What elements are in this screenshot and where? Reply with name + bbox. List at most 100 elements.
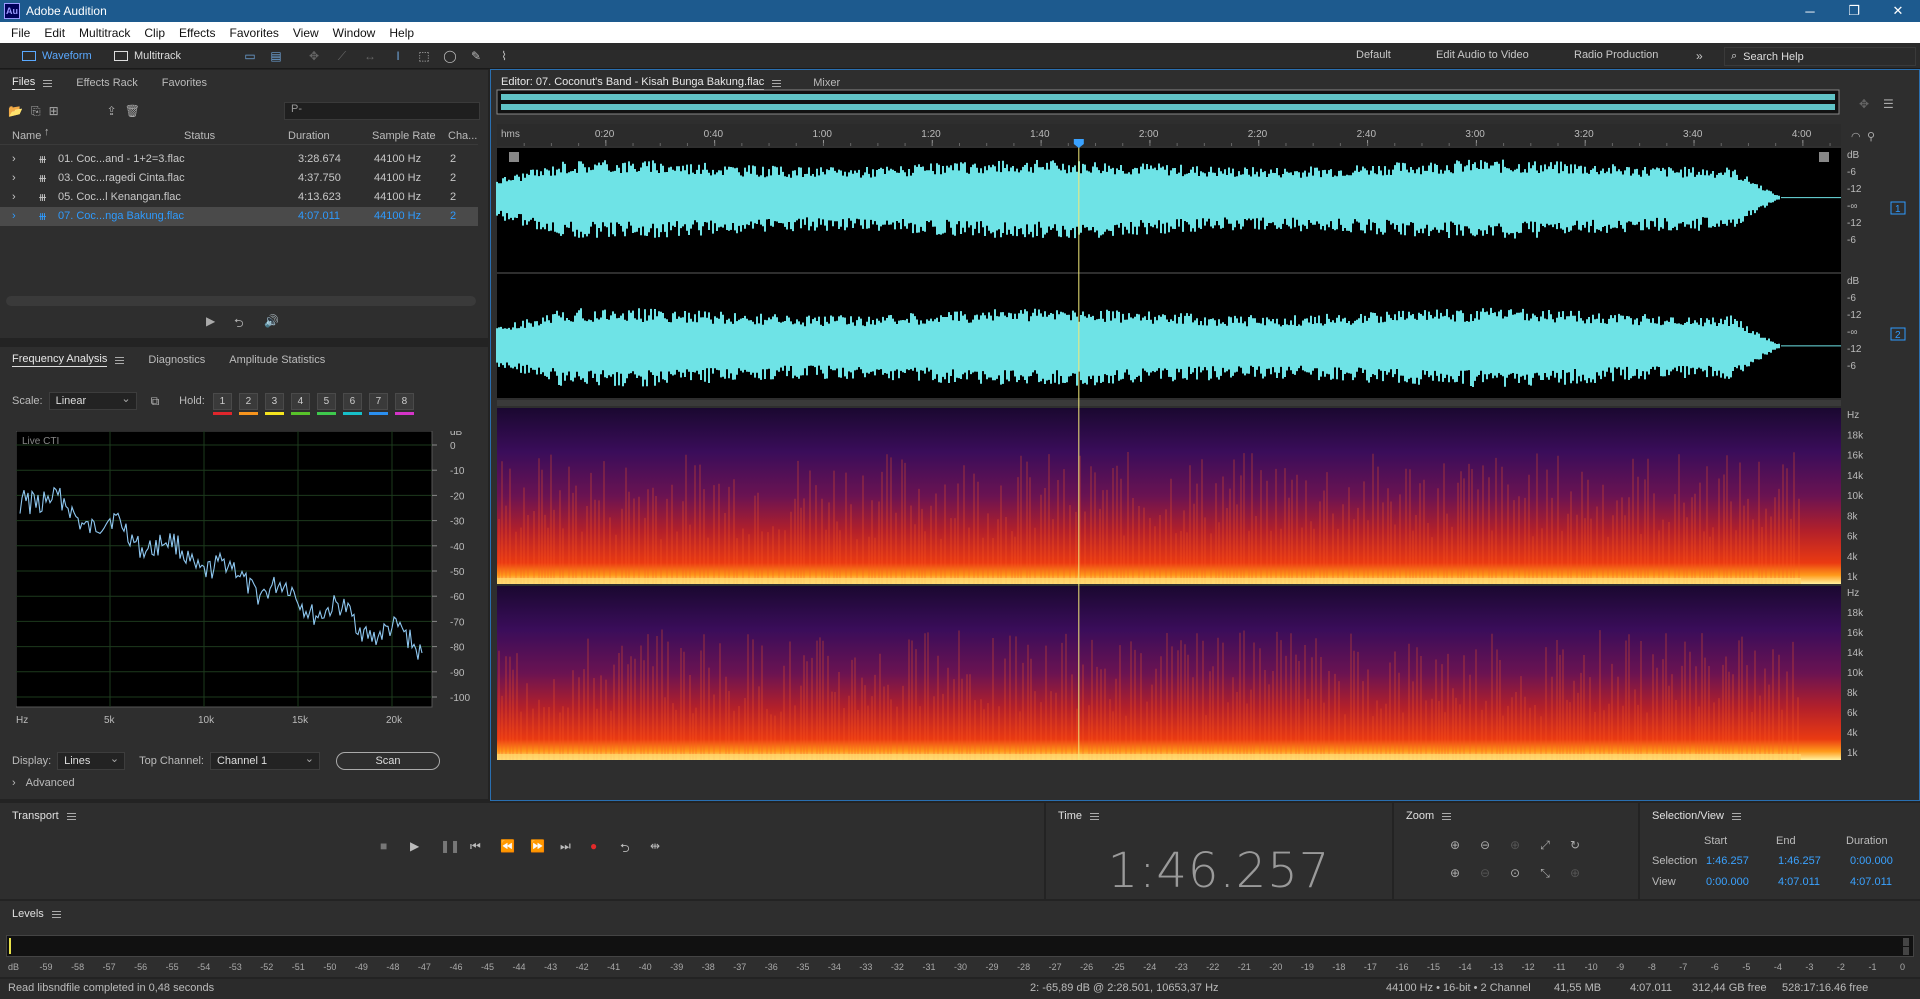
panel-menu-icon[interactable] <box>51 910 61 918</box>
loop-preview-icon[interactable]: ⮌ <box>234 314 244 335</box>
pin-icon[interactable]: ⚲ <box>1867 131 1875 143</box>
hold-button-8[interactable]: 8 <box>394 392 414 415</box>
move-to-previous-icon[interactable]: ⏮ <box>470 839 481 854</box>
zoom-to-point-icon[interactable]: ⊕ <box>1566 865 1584 881</box>
clip-indicator-top[interactable] <box>1903 938 1909 946</box>
view-end-field[interactable]: 4:07.011 <box>1778 876 1820 888</box>
insert-into-multitrack-icon[interactable]: ⇪ <box>107 104 117 118</box>
hold-button-3[interactable]: 3 <box>264 392 284 415</box>
hold-button-2[interactable]: 2 <box>238 392 258 415</box>
move-tool-icon[interactable]: ✥ <box>306 48 322 64</box>
selection-start-field[interactable]: 1:46.257 <box>1706 855 1749 867</box>
panel-menu-icon[interactable] <box>1090 812 1100 820</box>
zoom-in-point-icon[interactable]: ⊕ <box>1506 837 1524 853</box>
col-channels[interactable]: Cha... <box>448 130 477 142</box>
file-row[interactable]: › ⧻ 05. Coc...l Kenangan.flac 4:13.623 4… <box>0 188 478 207</box>
minimize-icon[interactable]: ─ <box>1788 0 1832 22</box>
expand-icon[interactable]: › <box>12 191 16 203</box>
zoom-to-selection-icon[interactable]: ⊙ <box>1506 865 1524 881</box>
delete-icon[interactable]: 🗑 <box>125 104 140 118</box>
zoom-in-amplitude-icon[interactable]: ⊕ <box>1446 837 1464 853</box>
pan-icon[interactable]: ✥ <box>1859 97 1869 111</box>
workspace-radio-production[interactable]: Radio Production <box>1574 49 1658 61</box>
workspace-edit-audio-to-video[interactable]: Edit Audio to Video <box>1436 49 1529 61</box>
hold-button-4[interactable]: 4 <box>290 392 310 415</box>
top-channel-select[interactable]: Channel 1 <box>209 752 320 770</box>
play-preview-icon[interactable]: ▶ <box>206 314 215 328</box>
waveform-mode-button[interactable]: Waveform <box>14 46 100 66</box>
scan-button[interactable]: Scan <box>336 752 440 770</box>
panel-menu-icon[interactable] <box>1442 812 1452 820</box>
time-ruler[interactable] <box>497 124 1841 146</box>
time-selection-icon[interactable]: I <box>390 48 406 64</box>
zoom-fit-icon[interactable]: ⤡ <box>1536 865 1554 881</box>
col-name[interactable]: Name <box>12 130 41 142</box>
tab-diagnostics[interactable]: Diagnostics <box>136 347 217 373</box>
hud-icon[interactable] <box>509 152 519 162</box>
hold-button-1[interactable]: 1 <box>212 392 232 415</box>
view-options-icon[interactable]: ☰ <box>1883 97 1894 111</box>
menu-favorites[interactable]: Favorites <box>223 26 286 40</box>
menu-help[interactable]: Help <box>382 26 421 40</box>
menu-view[interactable]: View <box>286 26 326 40</box>
hold-button-6[interactable]: 6 <box>342 392 362 415</box>
zoom-out-time-icon[interactable]: ⊖ <box>1476 865 1494 881</box>
playhead-handle[interactable] <box>1073 139 1084 148</box>
menu-multitrack[interactable]: Multitrack <box>72 26 137 40</box>
loop-playback-icon[interactable]: ⮌ <box>620 839 630 860</box>
skip-selection-icon[interactable]: ⇹ <box>650 839 660 853</box>
panel-menu-icon[interactable] <box>66 812 76 820</box>
selection-end-field[interactable]: 1:46.257 <box>1778 855 1821 867</box>
fast-forward-icon[interactable]: ⏩ <box>530 839 545 853</box>
hold-button-7[interactable]: 7 <box>368 392 388 415</box>
display-select[interactable]: Lines <box>57 752 126 770</box>
advanced-toggle[interactable]: Advanced <box>26 777 75 789</box>
spectral-divider[interactable] <box>497 400 1841 406</box>
col-status[interactable]: Status <box>184 130 215 142</box>
close-icon[interactable]: ✕ <box>1876 0 1920 22</box>
tab-favorites[interactable]: Favorites <box>150 70 219 96</box>
spectral-frequency-icon[interactable]: ▭ <box>242 48 258 64</box>
files-scrollbar[interactable] <box>6 296 476 306</box>
chevron-right-icon[interactable]: › <box>12 777 16 789</box>
file-row[interactable]: › ⧻ 03. Coc...ragedi Cinta.flac 4:37.750… <box>0 169 478 188</box>
search-help-input[interactable]: ⌕ Search Help <box>1724 47 1916 66</box>
file-row[interactable]: › ⧻ 01. Coc...and - 1+2=3.flac 3:28.674 … <box>0 150 478 169</box>
restore-icon[interactable]: ❐ <box>1832 0 1876 22</box>
clone-icon[interactable]: ⧉ <box>151 394 160 409</box>
zoom-reset-icon[interactable]: ↻ <box>1566 837 1584 853</box>
view-start-field[interactable]: 0:00.000 <box>1706 876 1749 888</box>
col-duration[interactable]: Duration <box>288 130 330 142</box>
more-workspaces-icon[interactable]: » <box>1696 49 1703 63</box>
menu-effects[interactable]: Effects <box>172 26 222 40</box>
rewind-icon[interactable]: ⏪ <box>500 839 515 853</box>
razor-tool-icon[interactable]: ⟋ <box>334 48 350 64</box>
spectrogram-channel-2[interactable] <box>497 586 1841 760</box>
record-icon[interactable]: ● <box>590 839 597 853</box>
import-icon[interactable]: ⎘ <box>31 104 41 119</box>
menu-file[interactable]: File <box>4 26 37 40</box>
open-file-icon[interactable]: 📂 <box>8 104 23 118</box>
lasso-icon[interactable]: ◯ <box>442 48 458 64</box>
menu-window[interactable]: Window <box>326 26 383 40</box>
expand-icon[interactable]: › <box>12 153 16 165</box>
zoom-in-time-icon[interactable]: ⊕ <box>1446 865 1464 881</box>
panel-menu-icon[interactable] <box>1731 812 1741 820</box>
hold-button-5[interactable]: 5 <box>316 392 336 415</box>
selection-duration-field[interactable]: 0:00.000 <box>1850 855 1893 867</box>
tab-effects-rack[interactable]: Effects Rack <box>64 70 150 96</box>
tab-frequency-analysis[interactable]: Frequency Analysis <box>0 347 136 373</box>
zoom-out-full-icon[interactable]: ⤢ <box>1536 837 1554 853</box>
menu-clip[interactable]: Clip <box>137 26 172 40</box>
new-file-icon[interactable]: ⊞ <box>49 104 59 118</box>
view-duration-field[interactable]: 4:07.011 <box>1850 876 1892 888</box>
marquee-icon[interactable]: ⬚ <box>416 48 432 64</box>
clip-indicator-bottom[interactable] <box>1903 947 1909 955</box>
tab-amplitude-statistics[interactable]: Amplitude Statistics <box>217 347 337 373</box>
auto-play-icon[interactable]: 🔊 <box>264 314 279 328</box>
workspace-default[interactable]: Default <box>1356 49 1391 61</box>
zoom-out-amplitude-icon[interactable]: ⊖ <box>1476 837 1494 853</box>
panel-menu-icon[interactable] <box>43 79 53 87</box>
expand-icon[interactable]: › <box>12 172 16 184</box>
expand-icon[interactable] <box>1819 152 1829 162</box>
